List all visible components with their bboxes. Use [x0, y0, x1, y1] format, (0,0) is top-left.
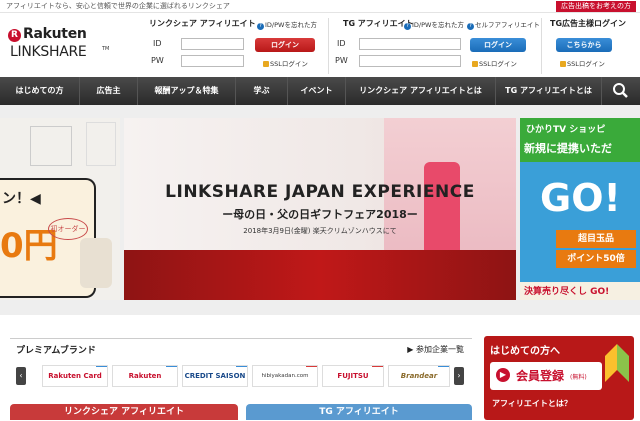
hero-red-band — [124, 250, 516, 300]
logo-line2: LINKSHARE — [10, 44, 87, 60]
brand-credit-saison[interactable]: CREDIT SAISONTG — [182, 365, 248, 387]
hikari-tv-brand: ひかりTV ショッピ — [526, 125, 606, 135]
premium-brands-title: プレミアムブランド — [16, 346, 96, 356]
hero-slide-left[interactable]: ン！◀ 0円 初オーダー — [0, 118, 120, 300]
brand-fujitsu[interactable]: FUJITSULS — [322, 365, 384, 387]
participating-companies-link[interactable]: ▶ 参加企業一覧 — [407, 344, 464, 355]
brand-hibiyakadan[interactable]: hibiyakadan.comLS — [252, 365, 318, 387]
beginner-leaf-icon — [605, 344, 629, 382]
chair-image — [30, 126, 72, 166]
hero-slide-right[interactable]: ひかりTV ショッピ 新規に提携いただ GO! 超目玉品 ポイント50倍 決算売… — [520, 118, 640, 300]
brands-next-button[interactable]: › — [454, 367, 464, 385]
linkshare-forgot-link[interactable]: ? ID/PWを忘れた方 — [257, 19, 317, 30]
pw-label: PW — [335, 56, 348, 65]
tab-linkshare-affiliate[interactable]: リンクシェア アフィリエイト — [10, 404, 238, 420]
nav-learn[interactable]: 学ぶ — [236, 77, 288, 105]
linkshare-login-button[interactable]: ログイン — [255, 38, 315, 52]
nav-search[interactable] — [602, 77, 640, 105]
hikari-tv-headline: 新規に提携いただ — [524, 142, 612, 155]
question-icon: ? — [404, 23, 411, 30]
deal-badge-1: 超目玉品 — [556, 230, 636, 248]
advertiser-login-button[interactable]: こちらから — [556, 38, 612, 52]
hikari-tv-banner: GO! 超目玉品 ポイント50倍 — [520, 162, 640, 282]
beginners-heading: はじめての方へ — [490, 346, 560, 357]
rakuten-linkshare-logo[interactable]: R Rakuten LINKSHARE TM — [8, 26, 116, 68]
nav-about-tg[interactable]: TG アフィリエイトとは — [496, 77, 602, 105]
linkshare-ssl-login[interactable]: SSLログイン — [263, 58, 308, 68]
tg-pw-input[interactable] — [359, 55, 461, 67]
linkshare-pw-input[interactable] — [181, 55, 244, 67]
nav-about-linkshare[interactable]: リンクシェア アフィリエイトとは — [346, 77, 496, 105]
tagline: アフィリエイトなら、安心と信頼で世界の企業に選ばれるリンクシェア — [6, 2, 230, 10]
hero-carousel[interactable]: ン！◀ 0円 初オーダー LINKSHARE JAPAN EXPERIENCE … — [0, 105, 640, 417]
chevron-right-icon: › — [457, 371, 461, 380]
lock-icon — [472, 61, 478, 67]
advertiser-link[interactable]: 広告出稿をお考えの方 — [556, 1, 636, 12]
tg-tag: TG — [438, 366, 449, 367]
shelf-image — [86, 122, 116, 166]
linkshare-login-title: リンクシェア アフィリエイト — [149, 19, 256, 28]
tg-login-button[interactable]: ログイン — [470, 38, 526, 52]
pw-label: PW — [151, 56, 164, 65]
search-icon — [613, 83, 628, 98]
tab-tg-affiliate[interactable]: TG アフィリエイト — [246, 404, 472, 420]
logo-line1: Rakuten — [23, 26, 87, 42]
promo-text: ン！◀ — [2, 191, 41, 207]
armchair-image — [80, 238, 112, 288]
tg-tag: TG — [166, 366, 177, 367]
ls-tag: LS — [306, 366, 317, 367]
arrow-circle-icon: ▶ — [407, 345, 416, 354]
tg-tag: TG — [96, 366, 107, 367]
id-label: ID — [337, 39, 346, 48]
hero-slide-main[interactable]: LINKSHARE JAPAN EXPERIENCE ー母の日・父の日ギフトフェ… — [124, 118, 516, 300]
nav-events[interactable]: イベント — [288, 77, 346, 105]
question-icon: ? — [467, 23, 474, 30]
hero-subtitle: ー母の日・父の日ギフトフェア2018ー — [222, 208, 418, 221]
register-button[interactable]: ▶ 会員登録 (無料) — [490, 362, 602, 390]
register-note: (無料) — [570, 374, 587, 381]
brand-brandear[interactable]: BrandearTG — [388, 365, 450, 387]
brand-rakuten[interactable]: RakutenTG — [112, 365, 178, 387]
advertiser-login-title: TG広告主様ログイン — [550, 19, 627, 28]
register-label: 会員登録 — [516, 369, 565, 383]
logo-mark: R — [8, 29, 21, 42]
first-order-badge: 初オーダー — [48, 218, 88, 240]
tg-id-input[interactable] — [359, 38, 461, 50]
lock-icon — [263, 61, 269, 67]
what-is-affiliate-link[interactable]: アフィリエイトとは？ — [492, 398, 572, 409]
beginners-panel: はじめての方へ ▶ 会員登録 (無料) アフィリエイトとは？ — [484, 336, 634, 420]
tg-self-link[interactable]: ? セルフアフィリエイト — [467, 19, 540, 30]
chevron-left-icon: ‹ — [19, 371, 23, 380]
deal-badge-2: ポイント50倍 — [556, 250, 636, 268]
premium-brands: プレミアムブランド ▶ 参加企業一覧 ‹ Rakuten CardTG Raku… — [10, 338, 472, 398]
tg-ssl-login[interactable]: SSLログイン — [472, 58, 517, 68]
hikari-tv-header: ひかりTV ショッピ 新規に提携いただ — [520, 118, 640, 162]
top-bar: アフィリエイトなら、安心と信頼で世界の企業に選ばれるリンクシェア 広告出稿をお考… — [0, 0, 640, 13]
linkshare-id-input[interactable] — [181, 38, 244, 50]
hikari-tv-footer: 決算売り尽くし GO! — [524, 287, 610, 297]
nav-reward-up[interactable]: 報酬アップ＆特集 — [138, 77, 236, 105]
tg-tag: TG — [236, 366, 247, 367]
nav-advertisers[interactable]: 広告主 — [80, 77, 138, 105]
lock-icon — [560, 61, 566, 67]
tg-login: TG アフィリエイト ? ID/PWを忘れた方 ? セルフアフィリエイト ID PW… — [328, 18, 540, 74]
arrow-right-icon: ▶ — [496, 368, 510, 382]
ls-tag: LS — [372, 366, 383, 367]
brands-prev-button[interactable]: ‹ — [16, 367, 26, 385]
hero-title: LINKSHARE JAPAN EXPERIENCE — [165, 182, 475, 202]
advertiser-login: TG広告主様ログイン こちらから SSLログイン — [541, 18, 636, 74]
main-nav: はじめての方 広告主 報酬アップ＆特集 学ぶ イベント リンクシェア アフィリエ… — [0, 77, 640, 105]
question-icon: ? — [257, 23, 264, 30]
linkshare-login: リンクシェア アフィリエイト ? ID/PWを忘れた方 ID PW ログイン SS… — [145, 18, 320, 74]
brand-rakuten-card[interactable]: Rakuten CardTG — [42, 365, 108, 387]
hero-date: 2018年3月9日(金曜) 楽天クリムゾンハウスにて — [243, 227, 397, 235]
tg-forgot-link[interactable]: ? ID/PWを忘れた方 — [404, 19, 464, 30]
nav-beginners[interactable]: はじめての方 — [0, 77, 80, 105]
advertiser-ssl-login[interactable]: SSLログイン — [560, 58, 605, 68]
go-text: GO! — [540, 176, 621, 220]
logo-tm: TM — [102, 46, 110, 52]
id-label: ID — [153, 39, 162, 48]
